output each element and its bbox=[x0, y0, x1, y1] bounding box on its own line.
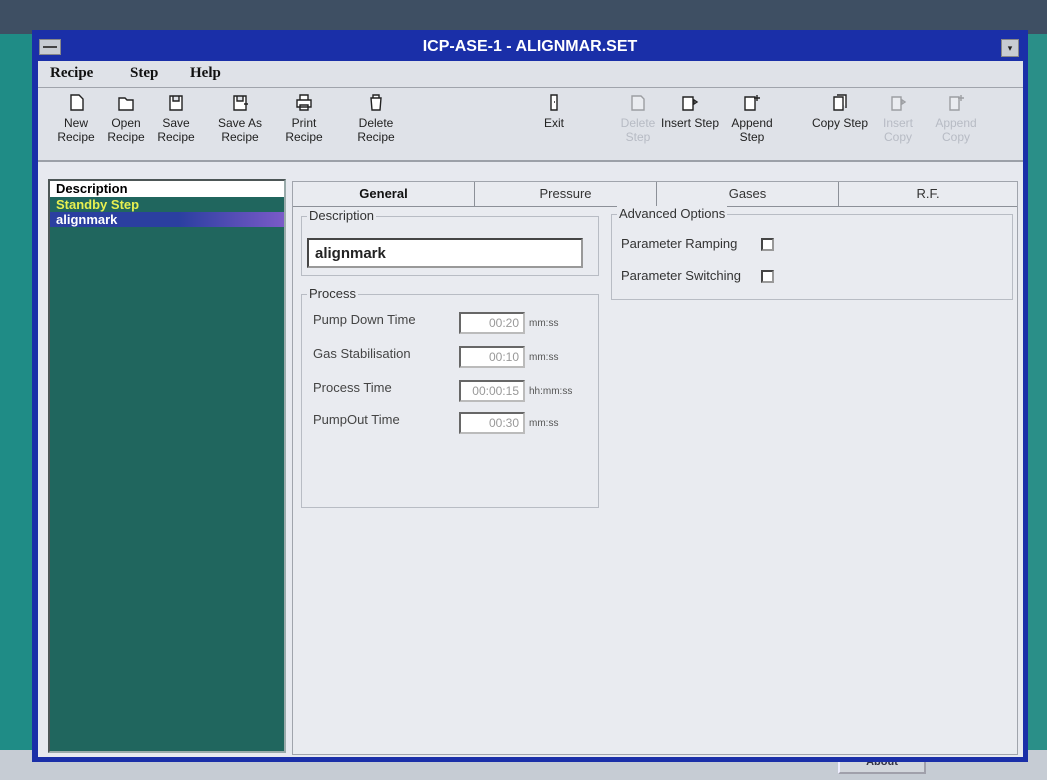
print-recipe-icon bbox=[296, 94, 312, 111]
toolbar-label: Copy Step bbox=[811, 116, 869, 130]
tab-general[interactable]: General bbox=[293, 182, 475, 206]
save-as-recipe-icon bbox=[233, 95, 248, 111]
toolbar-label: Delete Recipe bbox=[357, 116, 395, 144]
tab-rf[interactable]: R.F. bbox=[839, 182, 1017, 206]
tab-pressure[interactable]: Pressure bbox=[475, 182, 657, 206]
gas-stabilisation-unit: mm:ss bbox=[529, 352, 559, 363]
description-label: Description bbox=[307, 208, 377, 223]
toolbar-label: Save Recipe bbox=[157, 116, 195, 144]
menu-step[interactable]: Step bbox=[130, 65, 158, 82]
toolbar-label: Exit bbox=[543, 116, 564, 130]
append-copy-icon bbox=[949, 95, 964, 111]
save-recipe-button[interactable]: Save Recipe bbox=[146, 92, 206, 144]
insert-step-button[interactable]: Insert Step bbox=[660, 92, 720, 130]
background-taskbar bbox=[0, 0, 1047, 34]
delete-step-icon bbox=[631, 95, 645, 111]
toolbar-label: Insert Step bbox=[660, 116, 720, 130]
system-menu-icon[interactable] bbox=[39, 39, 61, 55]
title-bar[interactable]: ICP-ASE-1 - ALIGNMAR.SET bbox=[35, 33, 1025, 61]
parameter-switching-checkbox[interactable] bbox=[761, 270, 774, 283]
description-input[interactable]: alignmark bbox=[307, 238, 583, 268]
pumpout-time-unit: mm:ss bbox=[529, 418, 559, 429]
process-time-unit: hh:mm:ss bbox=[529, 386, 573, 397]
maximize-icon[interactable]: ▾ bbox=[1001, 39, 1019, 57]
parameter-ramping-checkbox[interactable] bbox=[761, 238, 774, 251]
toolbar-label: Print Recipe bbox=[285, 116, 323, 144]
pump-down-time-unit: mm:ss bbox=[529, 318, 559, 329]
window-title: ICP-ASE-1 - ALIGNMAR.SET bbox=[422, 38, 638, 55]
save-recipe-icon bbox=[169, 95, 183, 111]
recipe-editor-window: ICP-ASE-1 - ALIGNMAR.SET ▾ Recipe Step H… bbox=[32, 30, 1028, 762]
client-area: Recipe Step Help New Recipe Open Recipe Sa… bbox=[38, 61, 1023, 757]
tree-item-standby-step[interactable]: Standby Step bbox=[50, 197, 284, 212]
toolbar-label: New Recipe bbox=[57, 116, 95, 144]
append-step-icon bbox=[744, 95, 760, 111]
toolbar-label: Save As Recipe bbox=[217, 116, 263, 144]
menu-bar: Recipe Step Help bbox=[38, 61, 1023, 88]
save-as-recipe-button[interactable]: Save As Recipe bbox=[210, 92, 270, 144]
new-recipe-icon bbox=[70, 94, 84, 111]
print-recipe-button[interactable]: Print Recipe bbox=[274, 92, 334, 144]
process-time-field[interactable]: 00:00:15 bbox=[459, 380, 525, 402]
advanced-options-group bbox=[611, 214, 1013, 300]
menu-help[interactable]: Help bbox=[190, 65, 221, 82]
gas-stabilisation-field[interactable]: 00:10 bbox=[459, 346, 525, 368]
pump-down-time-label: Pump Down Time bbox=[313, 312, 416, 327]
pumpout-time-label: PumpOut Time bbox=[313, 412, 400, 427]
tab-gases[interactable]: Gases bbox=[657, 182, 839, 206]
copy-step-button[interactable]: Copy Step bbox=[810, 92, 870, 130]
toolbar-label: Open Recipe bbox=[107, 116, 145, 144]
toolbar-label: Delete Step bbox=[620, 116, 656, 144]
toolbar-label: Insert Copy bbox=[882, 116, 913, 144]
copy-step-icon bbox=[833, 94, 847, 111]
toolbar: New Recipe Open Recipe Save Recipe Save As … bbox=[38, 88, 1023, 162]
pump-down-time-field[interactable]: 00:20 bbox=[459, 312, 525, 334]
insert-copy-button[interactable]: Insert Copy bbox=[868, 92, 928, 144]
parameter-switching-label: Parameter Switching bbox=[621, 268, 741, 283]
tree-header: Description bbox=[50, 181, 284, 197]
delete-recipe-icon bbox=[370, 94, 382, 111]
step-settings-tabs: General Pressure Gases R.F. Description … bbox=[292, 181, 1018, 755]
parameter-ramping-label: Parameter Ramping bbox=[621, 236, 738, 251]
delete-step-button[interactable]: Delete Step bbox=[608, 92, 668, 144]
toolbar-label: Append Copy bbox=[935, 116, 977, 144]
delete-recipe-button[interactable]: Delete Recipe bbox=[346, 92, 406, 144]
gas-stabilisation-label: Gas Stabilisation bbox=[313, 346, 411, 361]
open-recipe-icon bbox=[118, 97, 134, 111]
append-copy-button[interactable]: Append Copy bbox=[926, 92, 986, 144]
process-label: Process bbox=[307, 286, 358, 301]
exit-icon bbox=[550, 94, 558, 111]
toolbar-label: Append Step bbox=[731, 116, 773, 144]
insert-copy-icon bbox=[891, 96, 907, 111]
exit-button[interactable]: Exit bbox=[524, 92, 584, 130]
advanced-options-label: Advanced Options bbox=[617, 206, 728, 221]
insert-step-icon bbox=[682, 96, 699, 111]
process-time-label: Process Time bbox=[313, 380, 392, 395]
recipe-step-tree[interactable]: Description Standby Step alignmark bbox=[48, 179, 286, 753]
pumpout-time-field[interactable]: 00:30 bbox=[459, 412, 525, 434]
menu-recipe[interactable]: Recipe bbox=[50, 65, 93, 82]
append-step-button[interactable]: Append Step bbox=[722, 92, 782, 144]
tree-item-alignmark[interactable]: alignmark bbox=[50, 212, 284, 227]
